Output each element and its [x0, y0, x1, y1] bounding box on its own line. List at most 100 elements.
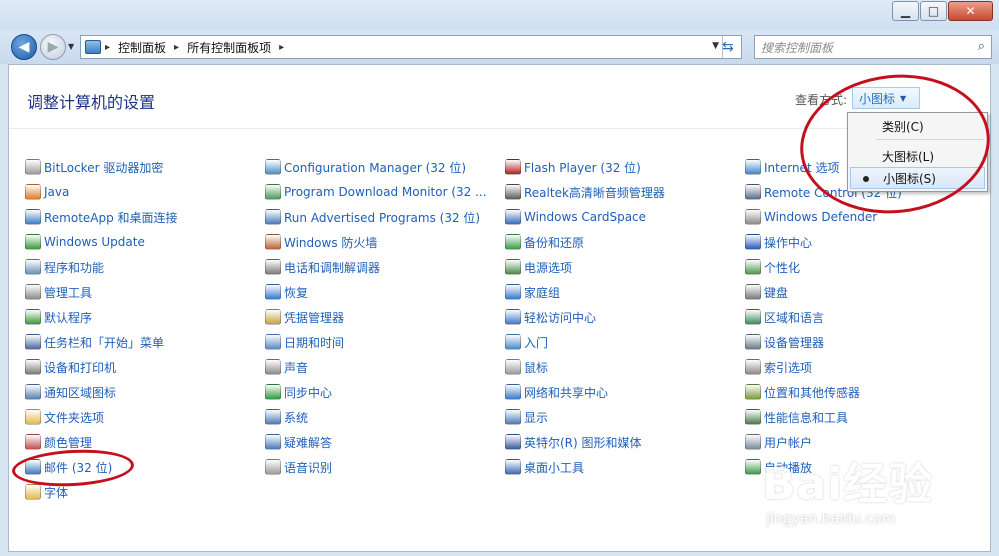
control-panel-item[interactable]: Windows Update: [25, 231, 145, 253]
breadcrumb-separator[interactable]: ▸: [279, 42, 284, 53]
control-panel-item-label: Windows CardSpace: [524, 210, 647, 224]
admin-tools-icon: [25, 284, 41, 300]
troubleshoot-icon: [265, 434, 281, 450]
control-panel-item-label: 任务栏和「开始」菜单: [44, 335, 165, 350]
control-panel-item[interactable]: 文件夹选项: [25, 406, 104, 428]
breadcrumb-all-items[interactable]: 所有控制面板项: [187, 39, 271, 56]
control-panel-item[interactable]: Configuration Manager (32 位): [265, 156, 466, 178]
control-panel-item[interactable]: 恢复: [265, 281, 308, 303]
refresh-icon[interactable]: ⇆: [722, 39, 734, 55]
control-panel-item-label: 桌面小工具: [524, 460, 585, 475]
page-title: 调整计算机的设置: [27, 93, 156, 112]
control-panel-item-label: 英特尔(R) 图形和媒体: [524, 435, 642, 450]
control-panel-item[interactable]: 设备和打印机: [25, 356, 116, 378]
control-panel-item[interactable]: 任务栏和「开始」菜单: [25, 331, 164, 353]
control-panel-item[interactable]: 个性化: [745, 256, 800, 278]
control-panel-item-label: 颜色管理: [44, 435, 93, 450]
control-panel-item[interactable]: Flash Player (32 位): [505, 156, 641, 178]
control-panel-item[interactable]: 备份和还原: [505, 231, 584, 253]
control-panel-item[interactable]: RemoteApp 和桌面连接: [25, 206, 178, 228]
control-panel-item[interactable]: 凭据管理器: [265, 306, 344, 328]
programs-icon: [25, 259, 41, 275]
maximize-button[interactable]: □: [920, 1, 947, 21]
control-panel-item[interactable]: 性能信息和工具: [745, 406, 848, 428]
control-panel-item[interactable]: 键盘: [745, 281, 788, 303]
control-panel-item-label: 位置和其他传感器: [764, 385, 861, 400]
control-panel-item[interactable]: 桌面小工具: [505, 456, 584, 478]
speaker-icon: [265, 359, 281, 375]
control-panel-item[interactable]: Java: [25, 181, 69, 203]
control-panel-item[interactable]: Windows 防火墙: [265, 231, 377, 253]
control-panel-item-label: Windows Update: [44, 235, 145, 249]
address-dropdown-icon[interactable]: ▼: [712, 41, 719, 51]
control-panel-item-label: 程序和功能: [44, 260, 105, 275]
control-panel-icon: [85, 40, 101, 54]
color-management-icon: [25, 434, 41, 450]
printer-icon: [25, 359, 41, 375]
annotation-circle: [11, 446, 135, 490]
address-bar[interactable]: ▸ 控制面板 ▸ 所有控制面板项 ▸ ▼: [80, 35, 742, 59]
control-panel-item-label: RemoteApp 和桌面连接: [44, 210, 178, 225]
control-panel-item[interactable]: 疑难解答: [265, 431, 332, 453]
control-panel-item[interactable]: 英特尔(R) 图形和媒体: [505, 431, 642, 453]
control-panel-item[interactable]: Realtek高清晰音频管理器: [505, 181, 665, 203]
control-panel-item[interactable]: 声音: [265, 356, 308, 378]
control-panel-item-label: 语音识别: [284, 460, 333, 475]
search-input[interactable]: 搜索控制面板 ⌕: [754, 35, 992, 59]
sync-icon: [265, 384, 281, 400]
title-bar: ▁ □ ✕: [0, 0, 999, 30]
control-panel-item[interactable]: 电话和调制解调器: [265, 256, 380, 278]
folder-options-icon: [25, 409, 41, 425]
forward-button[interactable]: ▶: [40, 34, 66, 60]
control-panel-item[interactable]: 鼠标: [505, 356, 548, 378]
modem-icon: [265, 259, 281, 275]
control-panel-item[interactable]: 同步中心: [265, 381, 332, 403]
control-panel-item[interactable]: 电源选项: [505, 256, 572, 278]
indexing-icon: [745, 359, 761, 375]
history-dropdown-icon[interactable]: ▼: [68, 42, 74, 51]
control-panel-item[interactable]: 设备管理器: [745, 331, 824, 353]
control-panel-item-label: 凭据管理器: [284, 310, 345, 325]
control-panel-item-label: Program Download Monitor (32 ...: [284, 185, 487, 199]
control-panel-item[interactable]: 日期和时间: [265, 331, 344, 353]
run-programs-icon: [265, 209, 281, 225]
search-icon[interactable]: ⌕: [978, 39, 985, 54]
control-panel-item[interactable]: 索引选项: [745, 356, 812, 378]
back-button[interactable]: ◀: [11, 34, 37, 60]
control-panel-item-label: 性能信息和工具: [764, 410, 849, 425]
control-panel-item[interactable]: Run Advertised Programs (32 位): [265, 206, 480, 228]
control-panel-item[interactable]: 系统: [265, 406, 308, 428]
close-button[interactable]: ✕: [948, 1, 993, 21]
clock-icon: [265, 334, 281, 350]
breadcrumb-separator[interactable]: ▸: [174, 42, 179, 53]
defender-icon: [745, 209, 761, 225]
control-panel-item[interactable]: 区域和语言: [745, 306, 824, 328]
control-panel-item-label: 默认程序: [44, 310, 93, 325]
control-panel-item[interactable]: Windows CardSpace: [505, 206, 646, 228]
default-programs-icon: [25, 309, 41, 325]
control-panel-item[interactable]: 程序和功能: [25, 256, 104, 278]
control-panel-item-label: 鼠标: [524, 360, 549, 375]
action-center-icon: [745, 234, 761, 250]
control-panel-item[interactable]: 默认程序: [25, 306, 92, 328]
minimize-button[interactable]: ▁: [892, 1, 919, 21]
user-accounts-icon: [745, 434, 761, 450]
control-panel-item[interactable]: 网络和共享中心: [505, 381, 608, 403]
breadcrumb-control-panel[interactable]: 控制面板: [118, 39, 166, 56]
breadcrumb-separator[interactable]: ▸: [105, 42, 110, 53]
control-panel-item[interactable]: 入门: [505, 331, 548, 353]
control-panel-item[interactable]: 语音识别: [265, 456, 332, 478]
recovery-icon: [265, 284, 281, 300]
fonts-icon: [25, 484, 41, 500]
control-panel-item[interactable]: 操作中心: [745, 231, 812, 253]
control-panel-item[interactable]: 通知区域图标: [25, 381, 116, 403]
control-panel-item[interactable]: 位置和其他传感器: [745, 381, 860, 403]
control-panel-item[interactable]: 轻松访问中心: [505, 306, 596, 328]
control-panel-item[interactable]: Program Download Monitor (32 ...: [265, 181, 487, 203]
control-panel-item[interactable]: 显示: [505, 406, 548, 428]
control-panel-item-label: 设备和打印机: [44, 360, 117, 375]
control-panel-item[interactable]: 管理工具: [25, 281, 92, 303]
control-panel-item[interactable]: 家庭组: [505, 281, 560, 303]
control-panel-item[interactable]: BitLocker 驱动器加密: [25, 156, 163, 178]
remote-control-icon: [745, 184, 761, 200]
